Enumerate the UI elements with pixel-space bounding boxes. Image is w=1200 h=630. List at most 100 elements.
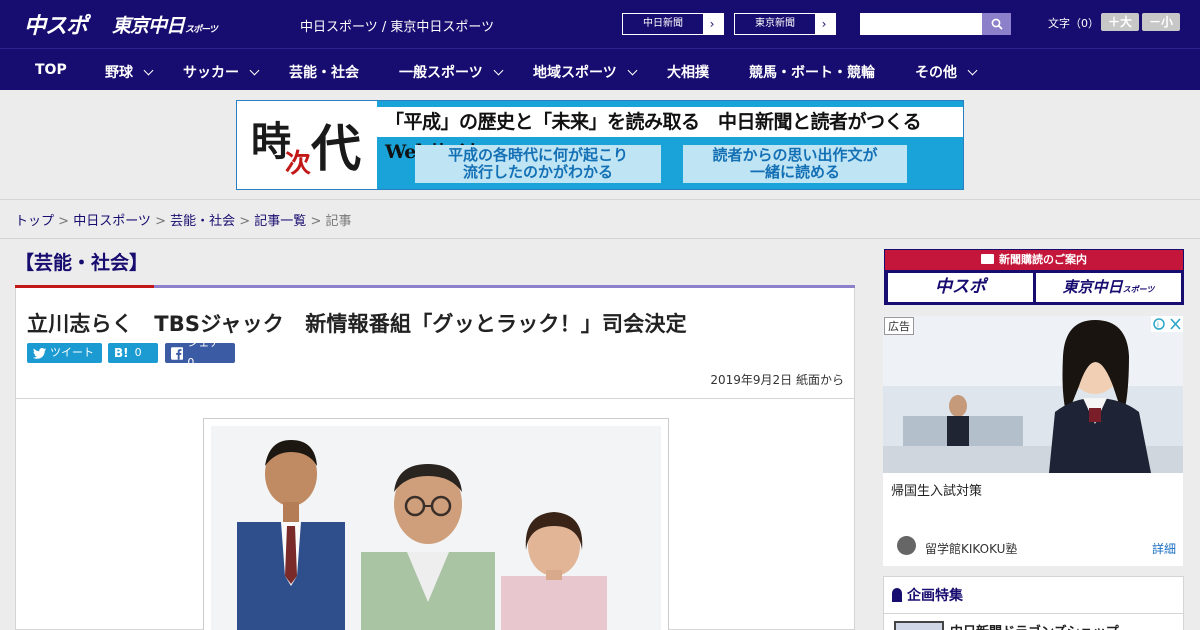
article-box: 立川志らく TBSジャック 新情報番組「グッとラック！」司会決定 ツイート B!…: [15, 288, 855, 630]
globe-icon: [897, 536, 916, 555]
feature-head: 企画特集: [892, 585, 963, 605]
article-photo-frame: [203, 418, 669, 630]
chevron-right-icon: ›: [821, 17, 827, 31]
chevron-down-icon: [143, 65, 154, 76]
tokyo-shimbun-button[interactable]: 東京新聞 ›: [734, 13, 836, 35]
nav-local-sports[interactable]: 地域スポーツ: [533, 62, 638, 82]
sidebar-ad[interactable]: 広告 i 帰国生入試対策 留学館KIKOKU塾 詳細: [883, 316, 1183, 566]
hatena-bookmark-button[interactable]: B! 0: [108, 343, 158, 363]
banner-sub-1-line-1: 平成の各時代に何が起こり: [447, 146, 628, 164]
chevron-down-icon: [967, 65, 978, 76]
breadcrumb-separator: >: [306, 214, 326, 229]
text-size-decrease-button[interactable]: －小: [1142, 13, 1180, 31]
subscription-head-label: 新聞購読のご案内: [999, 253, 1087, 266]
svg-text:i: i: [1157, 321, 1159, 329]
photo-illustration: [211, 426, 661, 630]
search-input[interactable]: [860, 13, 982, 35]
ad-image[interactable]: 広告 i: [883, 316, 1183, 473]
site-links[interactable]: 中日スポーツ / 東京中日スポーツ: [300, 16, 494, 35]
nav-label: 競馬・ボート・競輪: [749, 65, 875, 81]
article-divider: [16, 398, 854, 399]
banner-sub-2-line-1: 読者からの思い出作文が: [712, 146, 878, 164]
facebook-share-label: シェア 0: [187, 336, 221, 369]
feature-item-dragons-shop[interactable]: 中日新聞ドラゴンズショップ: [950, 621, 1119, 630]
article-photo[interactable]: [211, 426, 661, 630]
jidai-logo: 時 次 代: [237, 101, 377, 189]
ad-tag: 広告: [884, 317, 914, 335]
breadcrumb-top[interactable]: トップ: [15, 214, 54, 229]
subscription-head: 新聞購読のご案内: [885, 250, 1183, 270]
subs-tokyo-text: 東京中日: [1062, 278, 1123, 296]
nav-label: 地域スポーツ: [533, 65, 617, 81]
subs-tokyo-chunichi-logo[interactable]: 東京中日スポーツ: [1036, 273, 1181, 302]
breadcrumb-entertainment[interactable]: 芸能・社会: [170, 214, 235, 229]
ad-illustration: [883, 316, 1183, 473]
tokyo-logo-small: スポーツ: [185, 25, 218, 35]
feature-thumbnail[interactable]: [894, 621, 944, 630]
tokyo-chunichi-logo[interactable]: 東京中日スポーツ: [112, 11, 218, 38]
category-label[interactable]: 【芸能・社会】: [15, 248, 148, 275]
ad-title[interactable]: 帰国生入試対策: [891, 480, 982, 499]
adchoices-icon[interactable]: i: [1151, 316, 1183, 332]
feature-head-label: 企画特集: [907, 588, 963, 604]
nav-soccer[interactable]: サッカー: [183, 62, 260, 82]
nav-entertainment[interactable]: 芸能・社会: [289, 62, 359, 82]
facebook-icon: [171, 346, 184, 360]
main-nav: TOP 野球 サッカー 芸能・社会 一般スポーツ 地域スポーツ 大相撲 競馬・ボ…: [0, 48, 1200, 90]
feature-divider: [884, 613, 1183, 614]
search-icon: [991, 18, 1003, 30]
chunichi-shimbun-label: 中日新聞: [623, 14, 703, 34]
banner-sub-2-line-2: 一緒に読める: [749, 163, 840, 181]
breadcrumb-article-list[interactable]: 記事一覧: [254, 214, 306, 229]
tokyo-shimbun-label: 東京新聞: [735, 14, 815, 34]
tokyo-logo-text: 東京中日: [112, 15, 185, 37]
breadcrumb-separator: >: [54, 214, 74, 229]
subscription-box[interactable]: 新聞購読のご案内 中スポ 東京中日スポーツ: [884, 249, 1184, 305]
breadcrumb: トップ > 中日スポーツ > 芸能・社会 > 記事一覧 > 記事: [15, 210, 352, 229]
article-title: 立川志らく TBSジャック 新情報番組「グッとラック！」司会決定: [27, 312, 687, 336]
nav-other[interactable]: その他: [915, 62, 978, 82]
banner-sub-2: 読者からの思い出作文が 一緒に読める: [683, 145, 907, 183]
hatena-b-icon: B!: [114, 346, 129, 360]
nav-label: サッカー: [183, 65, 239, 81]
subs-chuspo-logo[interactable]: 中スポ: [888, 273, 1033, 302]
top-header: 中スポ 東京中日スポーツ 中日スポーツ / 東京中日スポーツ 中日新聞 › 東京…: [0, 0, 1200, 48]
tweet-button[interactable]: ツイート: [27, 343, 102, 363]
chevron-down-icon: [493, 65, 504, 76]
text-size-increase-button[interactable]: ＋大: [1101, 13, 1139, 31]
ad-detail-link[interactable]: 詳細: [1152, 540, 1176, 557]
jidai-char-3: 代: [311, 119, 361, 178]
breadcrumb-separator: >: [235, 214, 255, 229]
main-content: 【芸能・社会】 立川志らく TBSジャック 新情報番組「グッとラック！」司会決定…: [15, 248, 855, 630]
subs-tokyo-small: スポーツ: [1122, 285, 1155, 294]
ad-advertiser[interactable]: 留学館KIKOKU塾: [925, 540, 1017, 557]
breadcrumb-chunichi-sports[interactable]: 中日スポーツ: [73, 214, 151, 229]
nav-baseball[interactable]: 野球: [105, 62, 154, 82]
search-button[interactable]: [982, 13, 1011, 35]
banner-headline: 「平成」の歴史と「未来」を読み取る 中日新聞と読者がつくるWebサイト: [377, 107, 963, 163]
hatena-count: 0: [134, 346, 142, 359]
nav-racing[interactable]: 競馬・ボート・競輪: [749, 62, 875, 82]
tweet-label: ツイート: [50, 346, 94, 359]
adchoices-glyph: i: [1153, 318, 1181, 330]
newspaper-icon: [981, 254, 994, 264]
chevron-down-icon: [249, 65, 260, 76]
jidai-banner[interactable]: 時 次 代 「平成」の歴史と「未来」を読み取る 中日新聞と読者がつくるWebサイ…: [236, 100, 964, 190]
breadcrumb-separator: >: [150, 214, 171, 229]
chunichi-shimbun-button[interactable]: 中日新聞 ›: [622, 13, 724, 35]
text-size-label: 文字（0）: [1048, 17, 1099, 30]
nav-label: 一般スポーツ: [399, 65, 483, 81]
nav-sumo[interactable]: 大相撲: [667, 62, 709, 82]
feature-box: 企画特集 中日新聞ドラゴンズショップ: [883, 576, 1184, 630]
nav-general-sports[interactable]: 一般スポーツ: [399, 62, 504, 82]
breadcrumb-current: 記事: [325, 214, 352, 229]
nav-label: その他: [915, 65, 957, 81]
chevron-down-icon: [627, 65, 638, 76]
twitter-bird-icon: [33, 347, 46, 359]
article-date: 2019年9月2日 紙面から: [710, 373, 844, 387]
facebook-share-button[interactable]: シェア 0: [165, 336, 235, 369]
breadcrumb-divider: [0, 238, 1200, 239]
nav-label: 野球: [105, 65, 133, 81]
chuspo-logo[interactable]: 中スポ: [24, 8, 88, 40]
nav-top[interactable]: TOP: [35, 62, 67, 78]
